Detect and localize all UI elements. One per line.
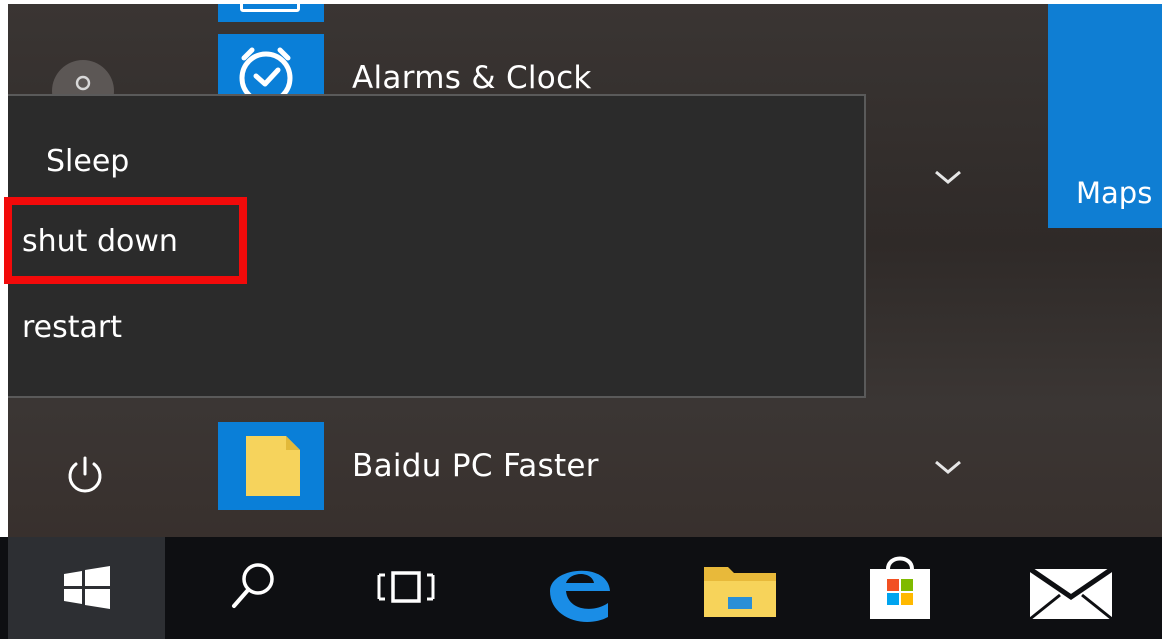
app-tile-partial[interactable] <box>218 4 324 22</box>
file-explorer-button[interactable] <box>690 537 790 639</box>
chevron-down-icon[interactable] <box>928 162 968 192</box>
start-button[interactable] <box>8 537 165 639</box>
chevron-down-icon[interactable] <box>928 452 968 482</box>
taskbar <box>0 537 1162 639</box>
task-view-icon <box>377 571 435 603</box>
tile-maps[interactable]: Maps <box>1048 4 1162 228</box>
power-option-sleep[interactable]: Sleep <box>46 144 129 179</box>
search-button[interactable] <box>200 537 300 639</box>
file-explorer-icon <box>704 567 776 617</box>
folder-document-icon <box>218 422 324 510</box>
app-list-item-baidu[interactable]: Baidu PC Faster <box>218 422 978 510</box>
power-option-restart[interactable]: restart <box>22 310 122 345</box>
edge-button[interactable] <box>530 537 630 639</box>
task-view-button[interactable] <box>355 537 455 639</box>
windows-logo-icon <box>64 566 110 609</box>
highlight-annotation-box <box>4 197 247 284</box>
app-label-baidu: Baidu PC Faster <box>352 448 599 484</box>
power-icon[interactable] <box>60 450 110 500</box>
mail-button[interactable] <box>1010 537 1130 639</box>
edge-browser-icon <box>550 570 610 622</box>
app-label-alarms: Alarms & Clock <box>352 60 592 96</box>
search-icon <box>232 563 274 608</box>
tile-maps-label: Maps <box>1076 176 1153 210</box>
mail-icon <box>1028 566 1114 621</box>
store-icon <box>870 556 930 619</box>
store-button[interactable] <box>850 537 950 639</box>
